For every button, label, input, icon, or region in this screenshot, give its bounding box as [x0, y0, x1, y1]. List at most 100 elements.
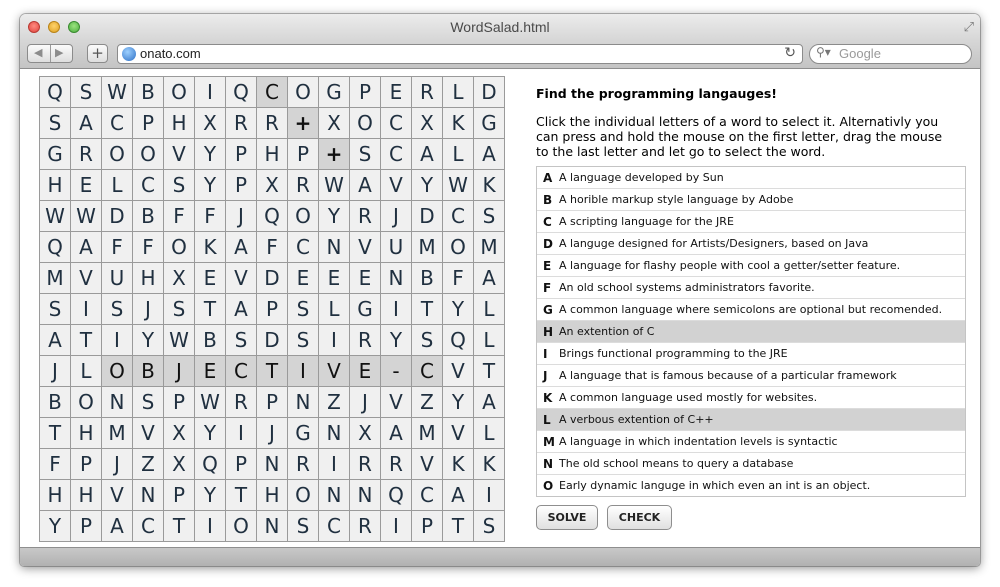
grid-letter-cell[interactable]: Y: [411, 169, 443, 201]
grid-letter-cell[interactable]: H: [256, 479, 288, 511]
grid-letter-cell[interactable]: P: [225, 138, 257, 170]
grid-letter-cell[interactable]: V: [318, 355, 350, 387]
grid-letter-cell[interactable]: A: [473, 386, 505, 418]
grid-letter-cell[interactable]: I: [194, 76, 226, 108]
grid-letter-cell[interactable]: D: [101, 200, 133, 232]
grid-letter-cell[interactable]: S: [132, 386, 164, 418]
grid-letter-cell[interactable]: N: [256, 510, 288, 542]
clue-item[interactable]: M A language in which indentation levels …: [537, 431, 965, 453]
grid-letter-cell[interactable]: A: [39, 324, 71, 356]
grid-letter-cell[interactable]: L: [473, 293, 505, 325]
grid-letter-cell[interactable]: J: [225, 200, 257, 232]
grid-letter-cell[interactable]: O: [70, 386, 102, 418]
grid-letter-cell[interactable]: Y: [442, 293, 474, 325]
grid-letter-cell[interactable]: F: [256, 231, 288, 263]
grid-letter-cell[interactable]: J: [163, 355, 195, 387]
grid-letter-cell[interactable]: X: [256, 169, 288, 201]
back-button[interactable]: ◀: [34, 46, 42, 59]
grid-letter-cell[interactable]: Q: [39, 231, 71, 263]
grid-letter-cell[interactable]: I: [225, 417, 257, 449]
grid-letter-cell[interactable]: R: [70, 138, 102, 170]
grid-letter-cell[interactable]: C: [411, 355, 443, 387]
grid-letter-cell[interactable]: Q: [256, 200, 288, 232]
grid-letter-cell[interactable]: Q: [194, 448, 226, 480]
grid-letter-cell[interactable]: I: [380, 510, 412, 542]
grid-letter-cell[interactable]: S: [163, 169, 195, 201]
grid-letter-cell[interactable]: B: [132, 76, 164, 108]
url-text[interactable]: onato.com: [140, 46, 201, 61]
grid-letter-cell[interactable]: R: [380, 448, 412, 480]
grid-letter-cell[interactable]: T: [225, 479, 257, 511]
grid-letter-cell[interactable]: Q: [380, 479, 412, 511]
grid-letter-cell[interactable]: R: [411, 76, 443, 108]
grid-letter-cell[interactable]: +: [318, 138, 350, 170]
grid-letter-cell[interactable]: V: [163, 138, 195, 170]
grid-letter-cell[interactable]: O: [163, 231, 195, 263]
grid-letter-cell[interactable]: D: [256, 262, 288, 294]
grid-letter-cell[interactable]: R: [349, 510, 381, 542]
grid-letter-cell[interactable]: -: [380, 355, 412, 387]
grid-letter-cell[interactable]: S: [39, 107, 71, 139]
grid-letter-cell[interactable]: K: [473, 448, 505, 480]
grid-letter-cell[interactable]: T: [256, 355, 288, 387]
grid-letter-cell[interactable]: K: [442, 107, 474, 139]
grid-letter-cell[interactable]: X: [163, 448, 195, 480]
grid-letter-cell[interactable]: S: [473, 510, 505, 542]
grid-letter-cell[interactable]: R: [287, 448, 319, 480]
grid-letter-cell[interactable]: O: [287, 76, 319, 108]
grid-letter-cell[interactable]: U: [101, 262, 133, 294]
grid-letter-cell[interactable]: W: [194, 386, 226, 418]
grid-letter-cell[interactable]: D: [256, 324, 288, 356]
grid-letter-cell[interactable]: F: [163, 200, 195, 232]
grid-letter-cell[interactable]: C: [287, 231, 319, 263]
grid-letter-cell[interactable]: C: [225, 355, 257, 387]
grid-letter-cell[interactable]: F: [101, 231, 133, 263]
grid-letter-cell[interactable]: T: [163, 510, 195, 542]
grid-letter-cell[interactable]: A: [442, 479, 474, 511]
grid-letter-cell[interactable]: P: [225, 448, 257, 480]
grid-letter-cell[interactable]: E: [380, 76, 412, 108]
grid-letter-cell[interactable]: H: [70, 417, 102, 449]
forward-button[interactable]: ▶: [55, 46, 63, 59]
grid-letter-cell[interactable]: C: [132, 169, 164, 201]
grid-letter-cell[interactable]: S: [473, 200, 505, 232]
grid-letter-cell[interactable]: H: [256, 138, 288, 170]
grid-letter-cell[interactable]: W: [39, 200, 71, 232]
grid-letter-cell[interactable]: A: [473, 262, 505, 294]
grid-letter-cell[interactable]: B: [132, 200, 164, 232]
clue-item[interactable]: H An extention of C: [537, 321, 965, 343]
grid-letter-cell[interactable]: I: [287, 355, 319, 387]
clue-item[interactable]: O Early dynamic languge in which even an …: [537, 475, 965, 496]
grid-letter-cell[interactable]: A: [70, 231, 102, 263]
clue-item[interactable]: D A languge designed for Artists/Designer…: [537, 233, 965, 255]
grid-letter-cell[interactable]: C: [101, 107, 133, 139]
grid-letter-cell[interactable]: M: [411, 417, 443, 449]
grid-letter-cell[interactable]: O: [225, 510, 257, 542]
grid-letter-cell[interactable]: E: [287, 262, 319, 294]
grid-letter-cell[interactable]: F: [194, 200, 226, 232]
grid-letter-cell[interactable]: I: [473, 479, 505, 511]
grid-letter-cell[interactable]: V: [225, 262, 257, 294]
grid-letter-cell[interactable]: L: [473, 417, 505, 449]
grid-letter-cell[interactable]: W: [318, 169, 350, 201]
grid-letter-cell[interactable]: A: [70, 107, 102, 139]
grid-letter-cell[interactable]: L: [70, 355, 102, 387]
grid-letter-cell[interactable]: N: [287, 386, 319, 418]
address-bar[interactable]: onato.com ↻: [117, 44, 803, 64]
grid-letter-cell[interactable]: C: [411, 479, 443, 511]
clue-item[interactable]: E A language for flashy people with cool …: [537, 255, 965, 277]
grid-letter-cell[interactable]: U: [380, 231, 412, 263]
grid-letter-cell[interactable]: O: [287, 200, 319, 232]
grid-letter-cell[interactable]: D: [473, 76, 505, 108]
grid-letter-cell[interactable]: J: [256, 417, 288, 449]
grid-letter-cell[interactable]: N: [318, 417, 350, 449]
grid-letter-cell[interactable]: R: [225, 107, 257, 139]
grid-letter-cell[interactable]: Z: [132, 448, 164, 480]
grid-letter-cell[interactable]: T: [70, 324, 102, 356]
grid-letter-cell[interactable]: G: [349, 293, 381, 325]
grid-letter-cell[interactable]: P: [349, 76, 381, 108]
grid-letter-cell[interactable]: X: [318, 107, 350, 139]
grid-letter-cell[interactable]: N: [318, 479, 350, 511]
grid-letter-cell[interactable]: I: [194, 510, 226, 542]
grid-letter-cell[interactable]: C: [256, 76, 288, 108]
